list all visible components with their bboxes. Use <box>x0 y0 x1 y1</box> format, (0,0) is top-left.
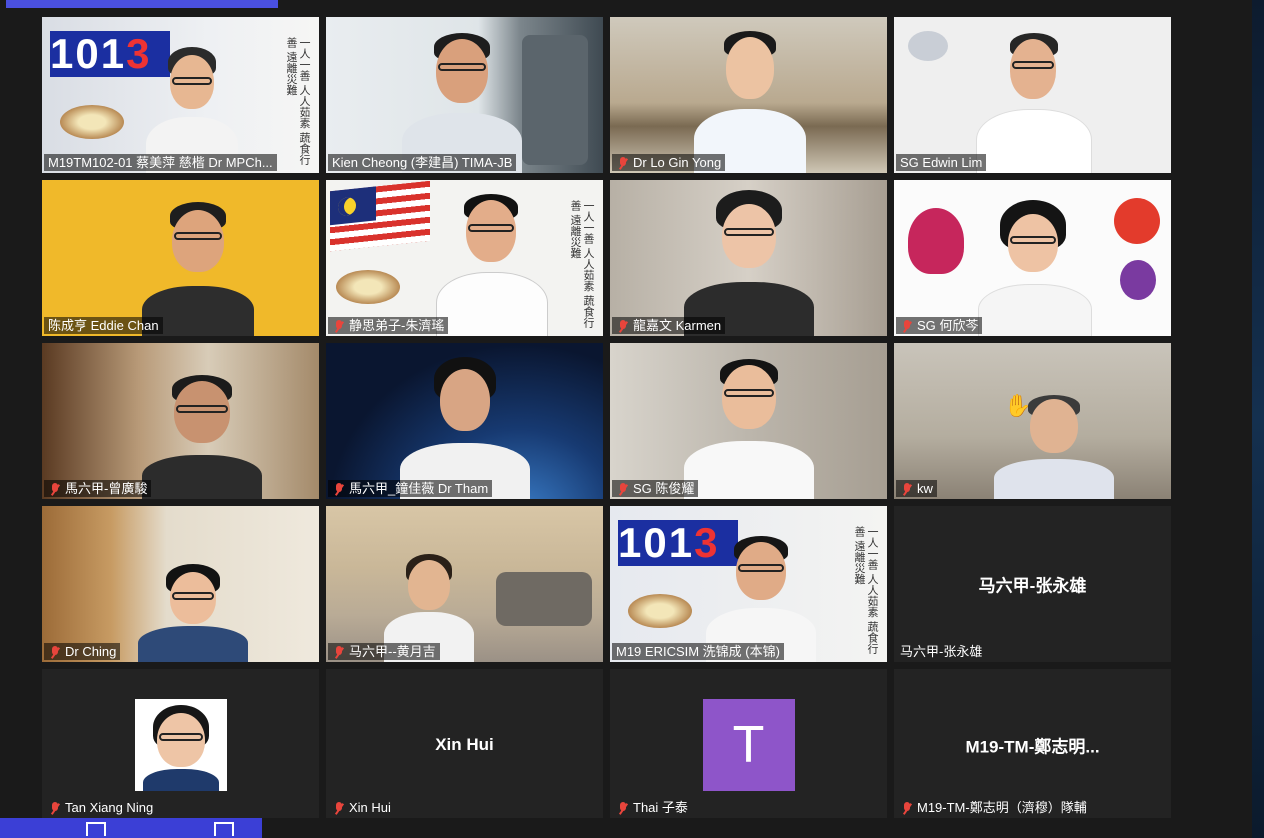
participant-display-name: 马六甲-张永雄 <box>978 576 1087 596</box>
participant-name-label: SG 何欣芩 <box>896 317 983 334</box>
sofa <box>496 572 592 626</box>
video-tile-14[interactable]: 马六甲--黄月吉 <box>326 506 603 662</box>
participant-video <box>400 357 530 499</box>
participant-name-label: 馬六甲-曾廣駿 <box>44 480 152 497</box>
muted-mic-icon <box>332 319 346 333</box>
participant-video <box>142 375 262 499</box>
calligraphy-text: 一人一善 人人茹素 蔬食行善 遠離災難 <box>285 37 311 165</box>
window-icon <box>86 822 106 836</box>
participant-display-name: Xin Hui <box>435 735 494 754</box>
muted-mic-icon <box>900 482 914 496</box>
water-tank <box>522 35 588 165</box>
muted-mic-icon <box>332 645 346 659</box>
participant-name-label: Xin Hui <box>328 799 395 816</box>
participant-name-label: 陈成亨 Eddie Chan <box>44 317 163 334</box>
participant-name-label: Thai 子泰 <box>612 799 692 816</box>
malaysia-flag <box>330 180 430 252</box>
apple-cartoon <box>1114 198 1160 244</box>
muted-mic-icon <box>48 801 62 815</box>
muted-mic-icon <box>332 482 346 496</box>
muted-mic-icon <box>616 319 630 333</box>
participant-name-label: M19-TM-鄭志明（濟穆）隊輔 <box>896 799 1091 816</box>
video-tile-17-camera-off[interactable]: Tan Xiang Ning <box>42 669 319 818</box>
video-tile-18-camera-off[interactable]: Xin Hui Xin Hui <box>326 669 603 818</box>
bottom-overlay-bar <box>0 818 262 838</box>
desktop-wallpaper-edge <box>1252 0 1264 838</box>
window-icon <box>214 822 234 836</box>
video-tile-16-camera-off[interactable]: 马六甲-张永雄 马六甲-张永雄 <box>894 506 1171 662</box>
video-tile-9[interactable]: 馬六甲-曾廣駿 <box>42 343 319 499</box>
participant-video <box>138 202 258 336</box>
video-tile-19-camera-off[interactable]: T Thai 子泰 <box>610 669 887 818</box>
participant-video <box>994 395 1114 499</box>
muted-mic-icon <box>900 319 914 333</box>
profile-photo <box>134 699 227 791</box>
participant-name-label: Dr Ching <box>44 643 121 660</box>
participant-name-label: 龍嘉文 Karmen <box>612 317 726 334</box>
video-tile-3[interactable]: Dr Lo Gin Yong <box>610 17 887 173</box>
participant-video <box>402 33 522 173</box>
video-tile-20-camera-off[interactable]: M19-TM-鄭志明... M19-TM-鄭志明（濟穆）隊輔 <box>894 669 1171 818</box>
participant-name-label: 馬六甲_鐘佳薇 Dr Tham <box>328 480 493 497</box>
participant-name-label: Kien Cheong (李建昌) TIMA-JB <box>328 154 517 171</box>
calligraphy-text: 一人一善 人人茹素 蔬食行善 遠離災難 <box>569 200 595 328</box>
eggplant-cartoon <box>1120 260 1156 300</box>
video-tile-5[interactable]: 陈成亨 Eddie Chan <box>42 180 319 336</box>
participant-name-label: M19 ERICSIM 洗锦成 (本锦) <box>612 643 784 660</box>
video-tile-1[interactable]: 1013 一人一善 人人茹素 蔬食行善 遠離災難 M19TM102-01 蔡美萍… <box>42 17 319 173</box>
participant-display-name: M19-TM-鄭志明... <box>965 737 1100 757</box>
participant-video <box>436 194 548 336</box>
participant-name-label: M19TM102-01 蔡美萍 慈楷 Dr MPCh... <box>44 154 277 171</box>
video-tile-10[interactable]: 馬六甲_鐘佳薇 Dr Tham <box>326 343 603 499</box>
participant-name-label: Dr Lo Gin Yong <box>612 154 726 171</box>
participant-name-label: SG Edwin Lim <box>896 154 987 171</box>
calligraphy-text: 一人一善 人人茹素 蔬食行善 遠離災難 <box>853 526 879 654</box>
muted-mic-icon <box>616 156 630 170</box>
video-tile-8[interactable]: SG 何欣芩 <box>894 180 1171 336</box>
top-banner <box>6 0 278 8</box>
video-tile-6[interactable]: 一人一善 人人茹素 蔬食行善 遠離災難 静思弟子-朱濟瑤 <box>326 180 603 336</box>
muted-mic-icon <box>900 801 914 815</box>
video-tile-12[interactable]: ✋ kw <box>894 343 1171 499</box>
food-plate-image <box>628 594 692 628</box>
video-tile-15[interactable]: 1013 一人一善 人人茹素 蔬食行善 遠離災難 M19 ERICSIM 洗锦成… <box>610 506 887 662</box>
video-tile-4[interactable]: SG Edwin Lim <box>894 17 1171 173</box>
muted-mic-icon <box>616 482 630 496</box>
participant-name-label: kw <box>896 480 937 497</box>
participant-video <box>974 200 1094 336</box>
participant-video <box>690 31 810 173</box>
muted-mic-icon <box>48 482 62 496</box>
video-tile-7[interactable]: 龍嘉文 Karmen <box>610 180 887 336</box>
participant-video <box>968 33 1098 173</box>
participant-name-label: 马六甲--黄月吉 <box>328 643 440 660</box>
participant-name-label: Tan Xiang Ning <box>44 799 157 816</box>
food-plate-image <box>60 105 124 139</box>
food-plate-image <box>336 270 400 304</box>
participant-video <box>684 190 814 336</box>
muted-mic-icon <box>616 801 630 815</box>
avatar-initial: T <box>702 699 795 791</box>
video-tile-2-active-speaker[interactable]: Kien Cheong (李建昌) TIMA-JB <box>326 17 603 173</box>
video-tile-11[interactable]: SG 陈俊耀 <box>610 343 887 499</box>
muted-mic-icon <box>48 645 62 659</box>
participant-name-label: 静思弟子-朱濟瑤 <box>328 317 449 334</box>
participant-name-label: 马六甲-张永雄 <box>900 644 983 659</box>
participant-video <box>684 359 814 499</box>
vegetable-cartoon <box>908 208 964 274</box>
participant-video <box>138 564 248 662</box>
organization-logo <box>908 31 948 61</box>
gallery-view: 1013 一人一善 人人茹素 蔬食行善 遠離災難 M19TM102-01 蔡美萍… <box>0 0 1252 838</box>
muted-mic-icon <box>332 801 346 815</box>
video-tile-13[interactable]: Dr Ching <box>42 506 319 662</box>
participant-name-label: SG 陈俊耀 <box>612 480 699 497</box>
